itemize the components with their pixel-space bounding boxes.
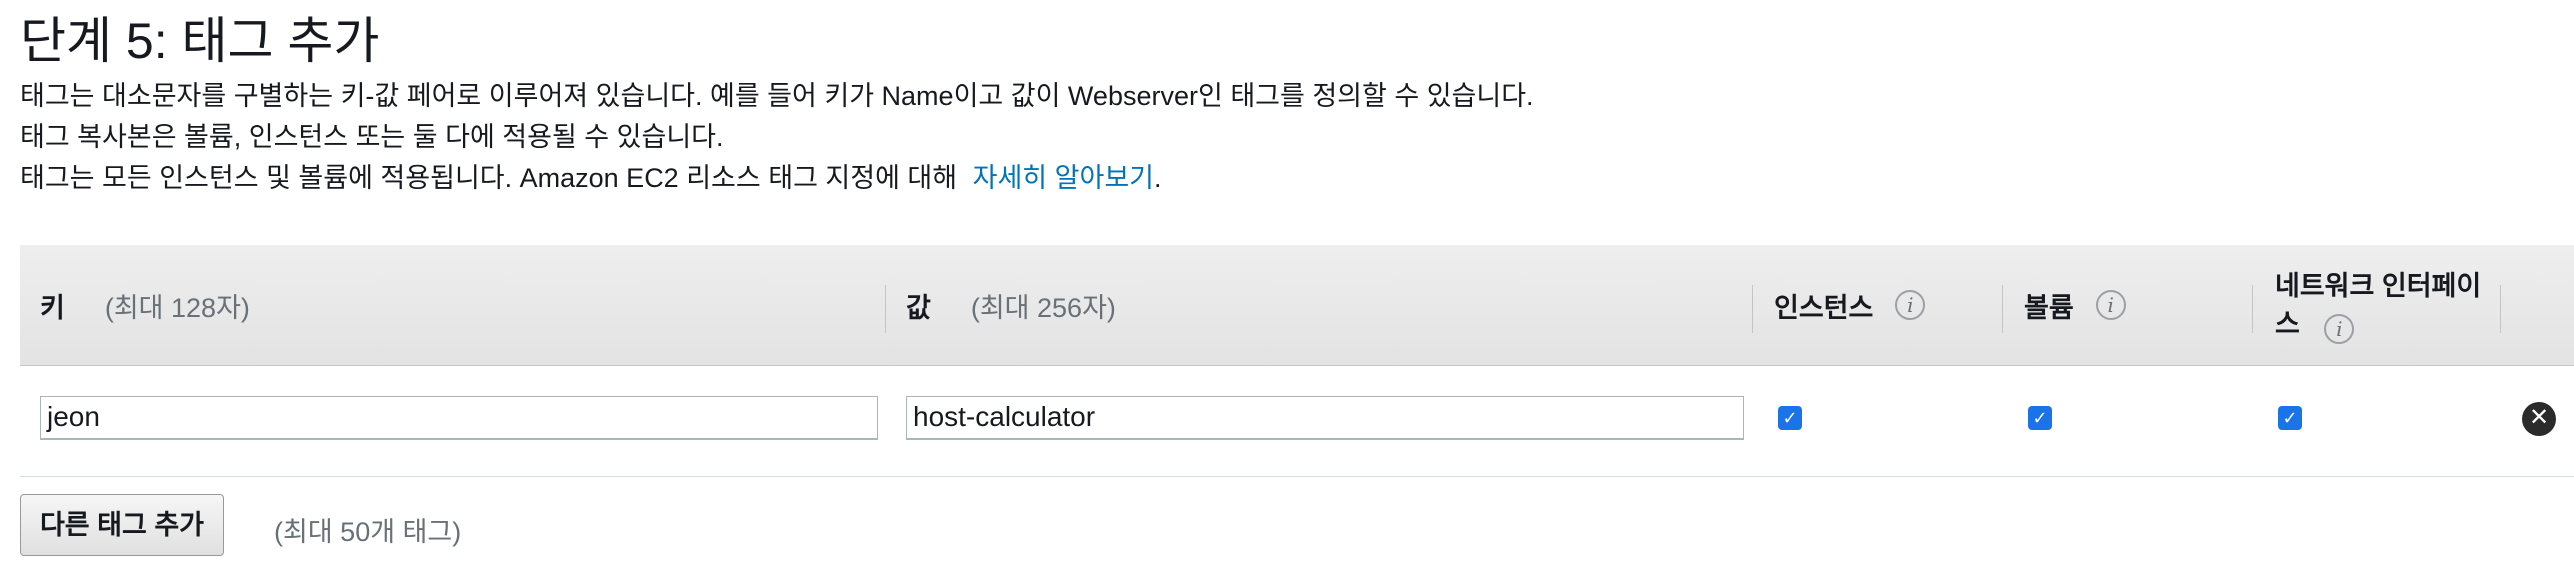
header-value-label: 값 (906, 292, 931, 323)
tag-limit-text: (최대 50개 태그) (274, 517, 462, 547)
add-tag-button[interactable]: 다른 태그 추가 (20, 494, 224, 556)
header-divider (2500, 285, 2501, 333)
header-value-hint: (최대 256자) (970, 292, 1116, 323)
tag-key-input[interactable]: jeon (40, 396, 878, 440)
page-title: 단계 5: 태그 추가 (20, 13, 380, 69)
tag-row: jeon host-calculator ✓ ✓ ✓ ✕ (20, 366, 2574, 477)
header-network-interfaces: 네트워크 인터페이 스 i (2275, 267, 2481, 348)
header-network-label-line2: 스 (2275, 309, 2300, 339)
header-network-label-line1: 네트워크 인터페이 (2275, 271, 2482, 301)
close-circle-icon: ✕ (2528, 404, 2550, 431)
volumes-checkbox[interactable]: ✓ (2028, 406, 2052, 430)
description-line-2: 태그 복사본은 볼륨, 인스턴스 또는 둘 다에 적용될 수 있습니다. (20, 122, 724, 152)
instances-checkbox[interactable]: ✓ (1778, 406, 1802, 430)
header-key-label: 키 (40, 292, 65, 323)
checkmark-icon: ✓ (2032, 408, 2048, 428)
header-divider (2002, 285, 2003, 333)
info-icon[interactable]: i (2095, 290, 2126, 320)
header-instances-label: 인스턴스 (1774, 292, 1874, 323)
description-line-3-period: . (1154, 163, 1162, 193)
learn-more-link[interactable]: 자세히 알아보기 (973, 163, 1154, 193)
header-instances: 인스턴스 i (1774, 245, 1926, 365)
header-volumes-label: 볼륨 (2024, 292, 2074, 323)
info-icon[interactable]: i (2324, 313, 2355, 344)
header-divider (1752, 285, 1753, 333)
header-divider (2252, 285, 2253, 333)
header-volumes: 볼륨 i (2024, 245, 2126, 365)
header-value: 값 (최대 256자) (906, 245, 1116, 365)
checkmark-icon: ✓ (2282, 408, 2298, 428)
header-key-hint: (최대 128자) (104, 292, 250, 323)
checkmark-icon: ✓ (1782, 408, 1798, 428)
tag-value-input[interactable]: host-calculator (906, 396, 1744, 440)
description-line-3-text: 태그는 모든 인스턴스 및 볼륨에 적용됩니다. Amazon EC2 리소스 … (20, 163, 958, 193)
tags-table-header: 키 (최대 128자) 값 (최대 256자) 인스턴스 i 볼륨 i 네트워크… (20, 245, 2574, 366)
info-icon[interactable]: i (1895, 290, 1926, 320)
description-line-3: 태그는 모든 인스턴스 및 볼륨에 적용됩니다. Amazon EC2 리소스 … (20, 162, 1162, 194)
header-divider (885, 285, 886, 333)
header-key: 키 (최대 128자) (40, 245, 250, 365)
remove-tag-button[interactable]: ✕ (2522, 402, 2556, 436)
network-interfaces-checkbox[interactable]: ✓ (2278, 406, 2302, 430)
description-line-1: 태그는 대소문자를 구별하는 키-값 페어로 이루어져 있습니다. 예를 들어 … (20, 81, 1534, 111)
